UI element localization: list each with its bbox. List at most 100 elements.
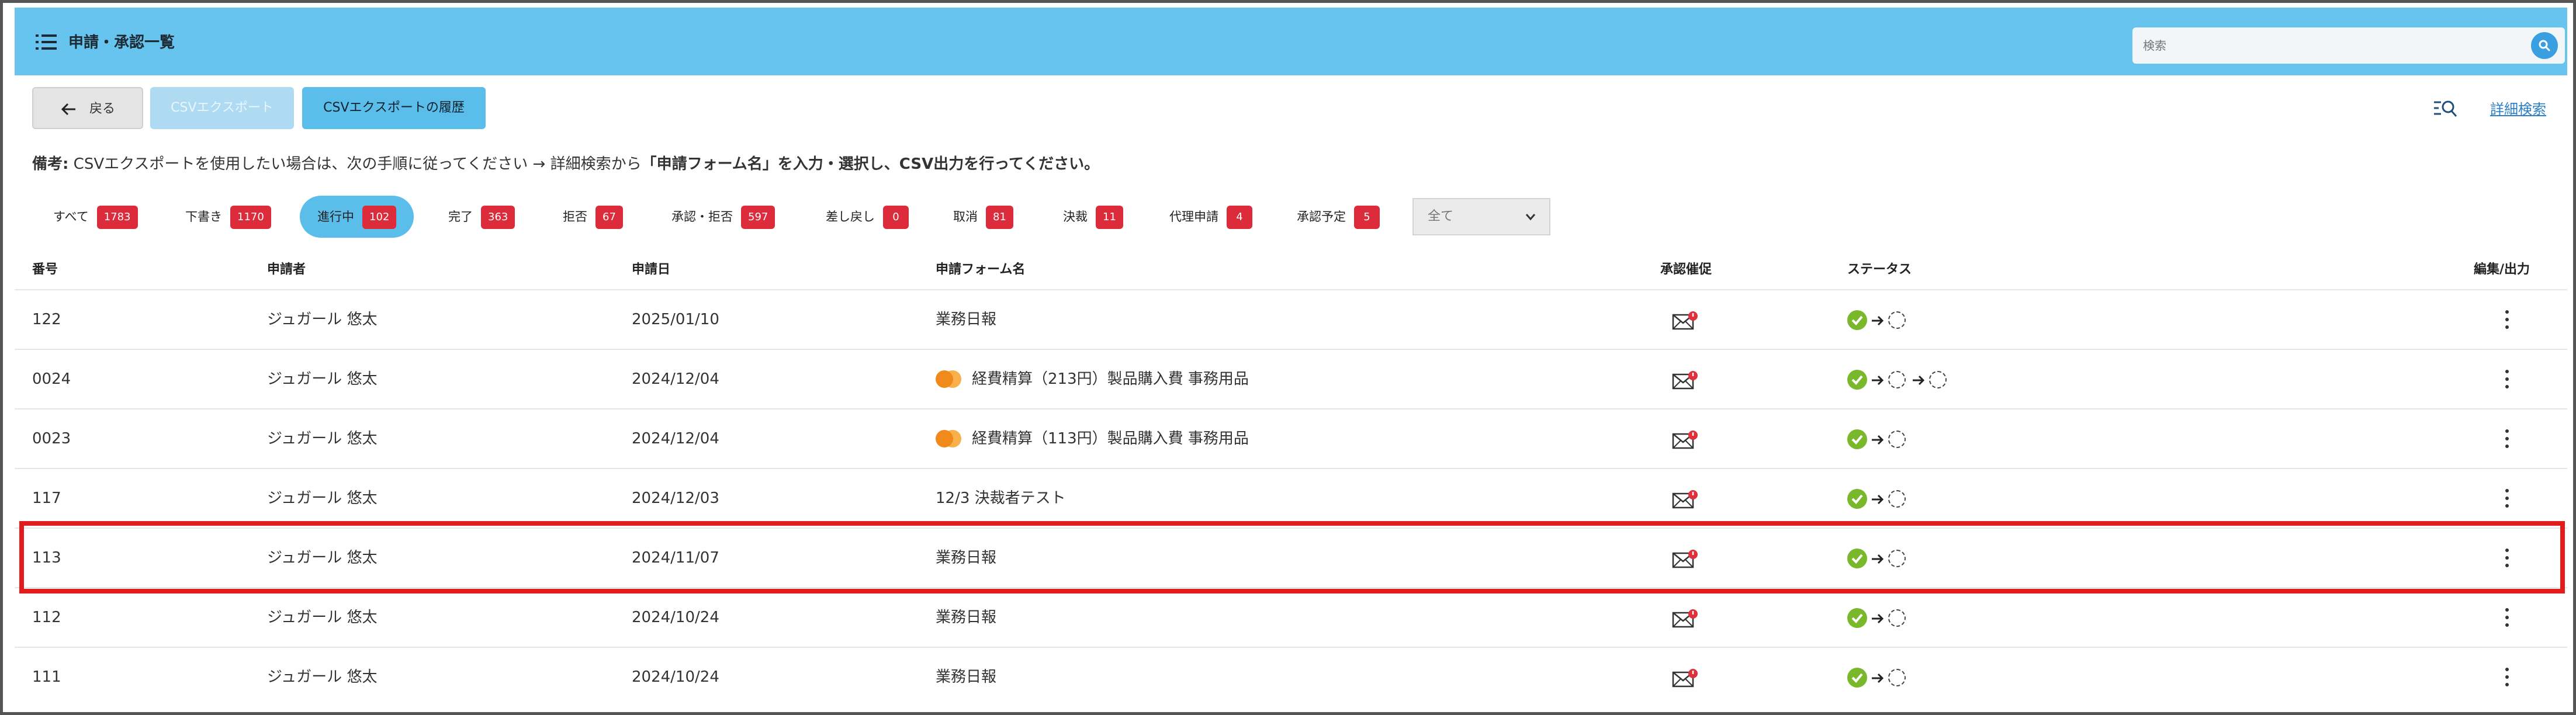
table-row[interactable]: 122 ジュガール 悠太 2025/01/10 業務日報 <box>15 289 2567 349</box>
filter-select-value: 全て <box>1428 209 1454 224</box>
reminder-mail-icon[interactable] <box>1672 668 1700 689</box>
filter-tab-returned[interactable]: 差し戻し 0 <box>826 202 909 232</box>
csv-export-history-button[interactable]: CSVエクスポートの履歴 <box>302 87 486 129</box>
csv-export-button[interactable]: CSVエクスポート <box>150 87 294 129</box>
count-badge: 5 <box>1354 206 1380 229</box>
more-options-icon[interactable] <box>2498 487 2516 510</box>
status-done-icon <box>1847 608 1867 628</box>
row-form-name[interactable]: 12/3 決裁者テスト <box>936 487 1066 510</box>
row-applicant: ジュガール 悠太 <box>267 430 378 447</box>
row-form-label: 経費精算（213円）製品購入費 事務用品 <box>972 370 1249 388</box>
arrow-right-icon <box>1871 494 1885 505</box>
filter-tab-all[interactable]: すべて 1783 <box>53 202 138 232</box>
reminder-mail-icon[interactable] <box>1672 370 1700 391</box>
expense-coin-icon <box>936 428 965 448</box>
filter-tab-cancelled[interactable]: 取消 81 <box>953 202 1013 232</box>
status-pending-icon <box>1888 669 1906 686</box>
row-applicant: ジュガール 悠太 <box>267 490 378 507</box>
reminder-mail-icon[interactable] <box>1672 608 1700 629</box>
row-form-name[interactable]: 経費精算（113円）製品購入費 事務用品 <box>936 427 1249 450</box>
row-number: 0024 <box>32 370 71 388</box>
search-icon <box>2539 40 2550 51</box>
arrow-left-icon <box>61 103 75 116</box>
row-date: 2024/12/04 <box>632 430 719 447</box>
more-options-icon[interactable] <box>2498 427 2516 450</box>
arrow-right-icon <box>1912 374 1926 386</box>
count-badge: 363 <box>481 206 515 229</box>
row-form-label: 業務日報 <box>936 609 997 626</box>
note-emphasis: 「申請フォーム名」を入力・選択し、CSV出力を行ってください。 <box>641 155 1100 173</box>
status-done-icon <box>1847 489 1867 509</box>
arrow-right-icon <box>1871 672 1885 684</box>
row-applicant: ジュガール 悠太 <box>267 370 378 388</box>
count-badge: 597 <box>741 206 775 229</box>
more-options-icon[interactable] <box>2498 665 2516 689</box>
filter-tab-rejected[interactable]: 拒否 67 <box>563 202 623 232</box>
row-form-label: 経費精算（113円）製品購入費 事務用品 <box>972 430 1249 447</box>
back-label: 戻る <box>89 102 116 116</box>
filter-select[interactable]: 全て <box>1412 198 1550 235</box>
row-number: 0023 <box>32 430 71 447</box>
status-pending-icon <box>1888 311 1906 329</box>
filter-tab-scheduled[interactable]: 承認予定 5 <box>1297 202 1380 232</box>
status-done-icon <box>1847 668 1867 688</box>
search-input[interactable] <box>2143 34 2505 57</box>
column-header-status: ステータス <box>1847 262 1912 277</box>
filter-tab-decision[interactable]: 決裁 11 <box>1063 202 1123 232</box>
table-row[interactable]: 0024 ジュガール 悠太 2024/12/04 経費精算（213円）製品購入費 事務… <box>15 349 2567 408</box>
filter-tab-proxy[interactable]: 代理申請 4 <box>1169 202 1252 232</box>
status-chain <box>1847 370 2081 391</box>
arrow-right-icon <box>1871 434 1885 446</box>
note-text: 備考: CSVエクスポートを使用したい場合は、次の手順に従ってください → 詳細… <box>32 152 1099 176</box>
row-form-name[interactable]: 業務日報 <box>936 665 996 689</box>
back-button[interactable]: 戻る <box>32 87 143 129</box>
page-title: 申請・承認一覧 <box>68 34 175 51</box>
search-button[interactable] <box>2531 32 2558 59</box>
row-number: 117 <box>32 490 61 507</box>
note-body: CSVエクスポートを使用したい場合は、次の手順に従ってください → 詳細検索から <box>73 155 642 173</box>
filter-tab-in-progress[interactable]: 進行中 102 <box>300 196 414 238</box>
more-options-icon[interactable] <box>2498 308 2516 331</box>
row-form-name[interactable]: 経費精算（213円）製品購入費 事務用品 <box>936 367 1249 391</box>
row-applicant: ジュガール 悠太 <box>267 609 378 626</box>
row-form-name[interactable]: 業務日報 <box>936 308 996 331</box>
filter-tab-completed[interactable]: 完了 363 <box>448 202 515 232</box>
count-badge: 0 <box>883 206 909 229</box>
row-date: 2024/12/03 <box>632 490 719 507</box>
row-date: 2025/01/10 <box>632 311 719 328</box>
reminder-mail-icon[interactable] <box>1672 489 1700 510</box>
more-options-icon[interactable] <box>2498 367 2516 391</box>
status-pending-icon <box>1929 371 1947 388</box>
reminder-mail-icon[interactable] <box>1672 429 1700 450</box>
list-menu-icon[interactable] <box>36 34 57 50</box>
row-form-name[interactable]: 業務日報 <box>936 606 996 629</box>
table-row[interactable]: 111 ジュガール 悠太 2024/10/24 業務日報 <box>15 647 2567 706</box>
table-row[interactable]: 112 ジュガール 悠太 2024/10/24 業務日報 <box>15 587 2567 647</box>
column-header-applicant: 申請者 <box>267 262 306 277</box>
filter-tab-approve-reject[interactable]: 承認・拒否 597 <box>671 202 775 232</box>
selection-highlight <box>19 521 2565 593</box>
reminder-mail-icon[interactable] <box>1672 310 1700 331</box>
count-badge: 1170 <box>230 206 271 229</box>
row-applicant: ジュガール 悠太 <box>267 311 378 328</box>
chevron-down-icon <box>1525 214 1536 221</box>
top-header: 申請・承認一覧 <box>15 8 2567 75</box>
status-chain <box>1847 429 2081 450</box>
status-pending-icon <box>1888 431 1906 448</box>
table-row[interactable]: 117 ジュガール 悠太 2024/12/03 12/3 決裁者テスト <box>15 468 2567 527</box>
status-done-icon <box>1847 310 1867 330</box>
row-number: 112 <box>32 609 61 626</box>
row-form-label: 業務日報 <box>936 668 997 686</box>
table-row[interactable]: 0023 ジュガール 悠太 2024/12/04 経費精算（113円）製品購入費 事務… <box>15 408 2567 468</box>
advanced-search-link[interactable]: 詳細検索 <box>2429 98 2546 121</box>
expense-coin-icon <box>936 369 965 388</box>
row-applicant: ジュガール 悠太 <box>267 668 378 686</box>
count-badge: 67 <box>595 206 623 229</box>
count-badge: 4 <box>1227 206 1252 229</box>
arrow-right-icon <box>1871 374 1885 386</box>
count-badge: 11 <box>1096 206 1123 229</box>
search-box <box>2132 27 2565 64</box>
note-prefix: 備考: <box>32 155 69 173</box>
filter-tab-draft[interactable]: 下書き 1170 <box>185 202 271 232</box>
more-options-icon[interactable] <box>2498 606 2516 629</box>
